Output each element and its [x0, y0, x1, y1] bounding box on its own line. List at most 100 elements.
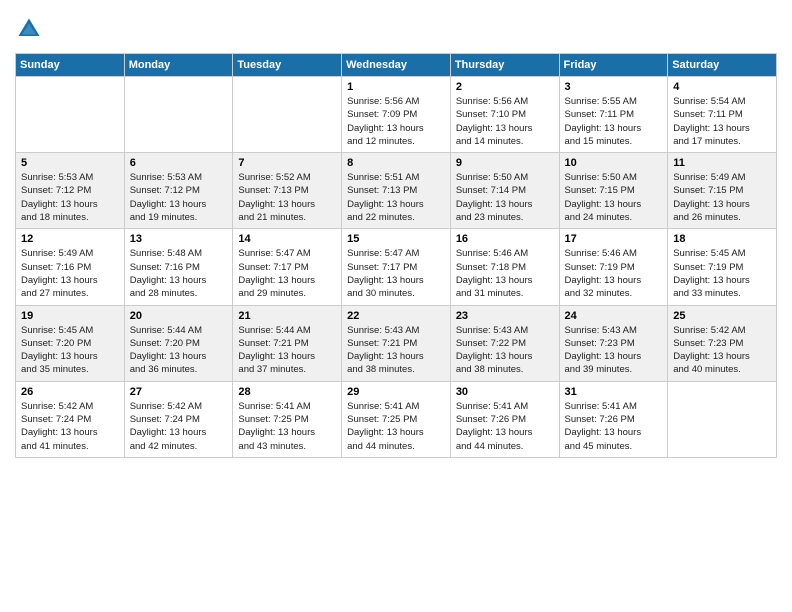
day-number: 19 [21, 310, 119, 322]
calendar-cell: 21Sunrise: 5:44 AM Sunset: 7:21 PM Dayli… [233, 305, 342, 381]
calendar-cell [233, 77, 342, 153]
day-info: Sunrise: 5:43 AM Sunset: 7:21 PM Dayligh… [347, 324, 445, 377]
day-number: 23 [456, 310, 554, 322]
calendar-cell: 23Sunrise: 5:43 AM Sunset: 7:22 PM Dayli… [450, 305, 559, 381]
weekday-header: Friday [559, 54, 668, 77]
day-info: Sunrise: 5:46 AM Sunset: 7:18 PM Dayligh… [456, 247, 554, 300]
day-info: Sunrise: 5:44 AM Sunset: 7:21 PM Dayligh… [238, 324, 336, 377]
day-info: Sunrise: 5:47 AM Sunset: 7:17 PM Dayligh… [347, 247, 445, 300]
day-info: Sunrise: 5:50 AM Sunset: 7:15 PM Dayligh… [565, 171, 663, 224]
calendar-cell: 18 Sunrise: 5:45 AM Sunset: 7:19 PM Dayli… [668, 229, 777, 305]
day-number: 15 [347, 233, 445, 245]
calendar-cell: 3 Sunrise: 5:55 AM Sunset: 7:11 PM Daylig… [559, 77, 668, 153]
day-info: Sunrise: 5:53 AM Sunset: 7:12 PM Dayligh… [130, 171, 228, 224]
calendar-cell: 31Sunrise: 5:41 AM Sunset: 7:26 PM Dayli… [559, 381, 668, 457]
calendar-table: SundayMondayTuesdayWednesdayThursdayFrid… [15, 53, 777, 458]
calendar-cell: 12 Sunrise: 5:49 AM Sunset: 7:16 PM Dayli… [16, 229, 125, 305]
day-info: Sunrise: 5:53 AM Sunset: 7:12 PM Dayligh… [21, 171, 119, 224]
day-number: 9 [456, 157, 554, 169]
calendar-cell: 22 Sunrise: 5:43 AM Sunset: 7:21 PM Dayli… [342, 305, 451, 381]
calendar-cell: 7 Sunrise: 5:52 AM Sunset: 7:13 PM Daylig… [233, 153, 342, 229]
day-number: 28 [238, 386, 336, 398]
day-number: 27 [130, 386, 228, 398]
day-number: 12 [21, 233, 119, 245]
calendar-week-row: 19 Sunrise: 5:45 AM Sunset: 7:20 PM Dayli… [16, 305, 777, 381]
calendar-cell: 5 Sunrise: 5:53 AM Sunset: 7:12 PM Daylig… [16, 153, 125, 229]
day-info: Sunrise: 5:45 AM Sunset: 7:20 PM Dayligh… [21, 324, 119, 377]
day-info: Sunrise: 5:56 AM Sunset: 7:09 PM Dayligh… [347, 95, 445, 148]
day-info: Sunrise: 5:41 AM Sunset: 7:25 PM Dayligh… [347, 400, 445, 453]
calendar-cell: 6 Sunrise: 5:53 AM Sunset: 7:12 PM Daylig… [124, 153, 233, 229]
day-number: 29 [347, 386, 445, 398]
day-number: 18 [673, 233, 771, 245]
day-number: 2 [456, 81, 554, 93]
calendar-cell [16, 77, 125, 153]
day-number: 5 [21, 157, 119, 169]
calendar-cell: 29 Sunrise: 5:41 AM Sunset: 7:25 PM Dayli… [342, 381, 451, 457]
day-number: 1 [347, 81, 445, 93]
logo-icon [15, 15, 43, 43]
calendar-header-row: SundayMondayTuesdayWednesdayThursdayFrid… [16, 54, 777, 77]
day-number: 22 [347, 310, 445, 322]
calendar-cell: 15 Sunrise: 5:47 AM Sunset: 7:17 PM Dayli… [342, 229, 451, 305]
day-number: 4 [673, 81, 771, 93]
calendar-week-row: 26 Sunrise: 5:42 AM Sunset: 7:24 PM Dayli… [16, 381, 777, 457]
day-number: 6 [130, 157, 228, 169]
day-info: Sunrise: 5:55 AM Sunset: 7:11 PM Dayligh… [565, 95, 663, 148]
calendar-cell: 25Sunrise: 5:42 AM Sunset: 7:23 PM Dayli… [668, 305, 777, 381]
calendar-cell [124, 77, 233, 153]
day-number: 17 [565, 233, 663, 245]
day-info: Sunrise: 5:46 AM Sunset: 7:19 PM Dayligh… [565, 247, 663, 300]
calendar-cell: 2 Sunrise: 5:56 AM Sunset: 7:10 PM Daylig… [450, 77, 559, 153]
day-info: Sunrise: 5:45 AM Sunset: 7:19 PM Dayligh… [673, 247, 771, 300]
day-number: 3 [565, 81, 663, 93]
day-info: Sunrise: 5:42 AM Sunset: 7:24 PM Dayligh… [21, 400, 119, 453]
weekday-header: Tuesday [233, 54, 342, 77]
day-info: Sunrise: 5:43 AM Sunset: 7:23 PM Dayligh… [565, 324, 663, 377]
day-info: Sunrise: 5:41 AM Sunset: 7:26 PM Dayligh… [565, 400, 663, 453]
calendar-cell: 24Sunrise: 5:43 AM Sunset: 7:23 PM Dayli… [559, 305, 668, 381]
day-info: Sunrise: 5:44 AM Sunset: 7:20 PM Dayligh… [130, 324, 228, 377]
calendar-week-row: 1 Sunrise: 5:56 AM Sunset: 7:09 PM Daylig… [16, 77, 777, 153]
day-info: Sunrise: 5:42 AM Sunset: 7:24 PM Dayligh… [130, 400, 228, 453]
calendar-cell: 19 Sunrise: 5:45 AM Sunset: 7:20 PM Dayli… [16, 305, 125, 381]
day-number: 26 [21, 386, 119, 398]
day-number: 8 [347, 157, 445, 169]
calendar-cell: 16 Sunrise: 5:46 AM Sunset: 7:18 PM Dayli… [450, 229, 559, 305]
weekday-header: Monday [124, 54, 233, 77]
calendar-cell: 20 Sunrise: 5:44 AM Sunset: 7:20 PM Dayli… [124, 305, 233, 381]
day-info: Sunrise: 5:51 AM Sunset: 7:13 PM Dayligh… [347, 171, 445, 224]
calendar-week-row: 12 Sunrise: 5:49 AM Sunset: 7:16 PM Dayli… [16, 229, 777, 305]
calendar-cell: 17 Sunrise: 5:46 AM Sunset: 7:19 PM Dayli… [559, 229, 668, 305]
weekday-header: Wednesday [342, 54, 451, 77]
weekday-header: Sunday [16, 54, 125, 77]
day-number: 16 [456, 233, 554, 245]
day-number: 11 [673, 157, 771, 169]
calendar-cell: 13 Sunrise: 5:48 AM Sunset: 7:16 PM Dayli… [124, 229, 233, 305]
day-number: 25 [673, 310, 771, 322]
weekday-header: Thursday [450, 54, 559, 77]
calendar-cell: 8 Sunrise: 5:51 AM Sunset: 7:13 PM Daylig… [342, 153, 451, 229]
day-number: 10 [565, 157, 663, 169]
day-number: 7 [238, 157, 336, 169]
day-info: Sunrise: 5:48 AM Sunset: 7:16 PM Dayligh… [130, 247, 228, 300]
day-number: 14 [238, 233, 336, 245]
calendar-cell [668, 381, 777, 457]
calendar-cell: 10 Sunrise: 5:50 AM Sunset: 7:15 PM Dayli… [559, 153, 668, 229]
calendar-cell: 11 Sunrise: 5:49 AM Sunset: 7:15 PM Dayli… [668, 153, 777, 229]
day-info: Sunrise: 5:56 AM Sunset: 7:10 PM Dayligh… [456, 95, 554, 148]
calendar-week-row: 5 Sunrise: 5:53 AM Sunset: 7:12 PM Daylig… [16, 153, 777, 229]
day-info: Sunrise: 5:49 AM Sunset: 7:16 PM Dayligh… [21, 247, 119, 300]
calendar-cell: 14 Sunrise: 5:47 AM Sunset: 7:17 PM Dayli… [233, 229, 342, 305]
day-info: Sunrise: 5:49 AM Sunset: 7:15 PM Dayligh… [673, 171, 771, 224]
calendar-cell: 26 Sunrise: 5:42 AM Sunset: 7:24 PM Dayli… [16, 381, 125, 457]
weekday-header: Saturday [668, 54, 777, 77]
day-number: 20 [130, 310, 228, 322]
calendar-cell: 28Sunrise: 5:41 AM Sunset: 7:25 PM Dayli… [233, 381, 342, 457]
calendar-cell: 9Sunrise: 5:50 AM Sunset: 7:14 PM Daylig… [450, 153, 559, 229]
day-info: Sunrise: 5:47 AM Sunset: 7:17 PM Dayligh… [238, 247, 336, 300]
day-info: Sunrise: 5:52 AM Sunset: 7:13 PM Dayligh… [238, 171, 336, 224]
day-number: 13 [130, 233, 228, 245]
calendar-cell: 4Sunrise: 5:54 AM Sunset: 7:11 PM Daylig… [668, 77, 777, 153]
calendar-cell: 30Sunrise: 5:41 AM Sunset: 7:26 PM Dayli… [450, 381, 559, 457]
